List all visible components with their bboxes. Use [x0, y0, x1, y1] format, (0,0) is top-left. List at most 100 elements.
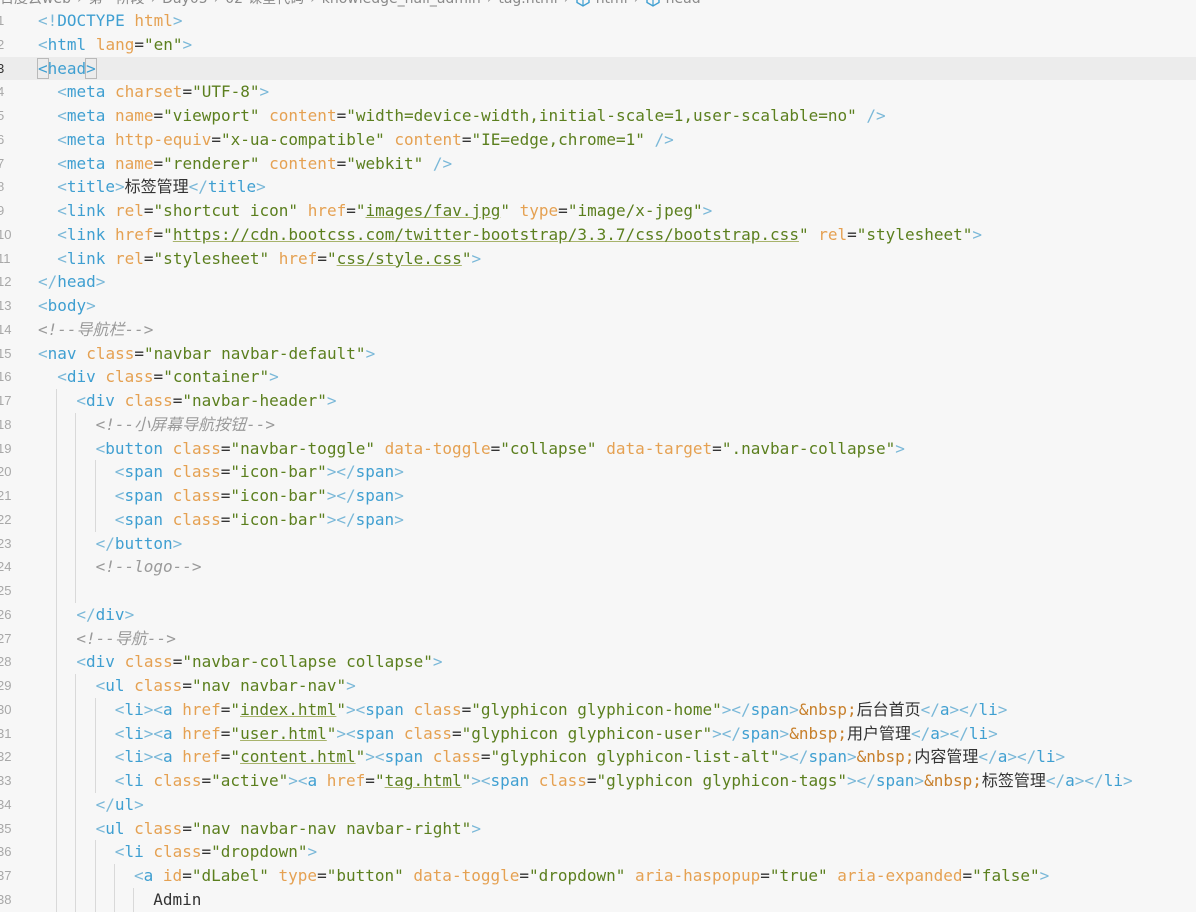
tag-name: span: [741, 723, 780, 743]
line-number: 8: [0, 179, 5, 195]
attribute-name: href: [278, 248, 318, 268]
text-content: [385, 130, 395, 149]
tag-punctuation: <: [57, 153, 67, 173]
code-line[interactable]: 7 <meta name="renderer" content="webkit" …: [0, 152, 1196, 176]
tag-punctuation: >: [124, 604, 135, 624]
line-number: 35: [0, 820, 12, 836]
tag-punctuation: <: [114, 509, 125, 529]
tag-punctuation: <: [114, 842, 125, 862]
line-number: 9: [0, 203, 5, 218]
code-line[interactable]: 32 <li><a href="content.html"><span class…: [0, 745, 1196, 769]
breadcrumb-item[interactable]: html: [596, 0, 628, 7]
code-line[interactable]: 20 <span class="icon-bar"></span>: [0, 460, 1196, 484]
indent-guide: [56, 864, 58, 888]
code-line[interactable]: 16 <div class="container">: [0, 365, 1196, 389]
code-line[interactable]: 37 <a id="dLabel" type="button" data-togg…: [0, 864, 1196, 888]
code-line[interactable]: 12 </head>: [0, 270, 1196, 294]
breadcrumb-item[interactable]: 百度云web: [0, 0, 71, 7]
attribute-name: href: [307, 201, 347, 220]
attribute-value: ": [355, 747, 366, 767]
breadcrumb-item[interactable]: knowledge_hall_admin: [322, 0, 481, 7]
attribute-name: name: [115, 153, 154, 173]
code-line[interactable]: 11<link rel="stylesheet" href="css/style…: [0, 247, 1196, 271]
code-line[interactable]: 31 <li><a href="user.html"><span class="g…: [0, 721, 1196, 746]
line-number: 22: [0, 511, 12, 527]
indent-guide: [75, 460, 77, 484]
code-line[interactable]: 15 <nav class="navbar navbar-default">: [0, 342, 1196, 366]
text-content: [597, 439, 607, 458]
breadcrumb-item[interactable]: 第一阶段: [89, 0, 145, 7]
code-line[interactable]: 36 <li class="dropdown">: [0, 840, 1196, 864]
text-content: =: [220, 486, 231, 505]
line-number: 27: [0, 630, 12, 646]
html-entity: &nbsp;: [798, 699, 857, 719]
tag-punctuation: >: [307, 842, 318, 862]
code-line[interactable]: 30 <li><a href="index.html"><span class="…: [0, 697, 1196, 722]
code-editor[interactable]: 1 <!DOCTYPE html> 2 <html lang="en"> 3 <head>…: [0, 9, 1196, 912]
tag-punctuation: <: [114, 462, 125, 482]
indent-guide: [56, 769, 58, 793]
tag-punctuation: ></: [939, 723, 969, 743]
breadcrumb-item[interactable]: 02-课堂代码: [225, 0, 304, 7]
line-number: 6: [0, 131, 5, 147]
code-line[interactable]: 21 <span class="icon-bar"></span>: [0, 484, 1196, 508]
code-line[interactable]: 35 <ul class="nav navbar-nav navbar-right…: [0, 816, 1196, 841]
code-line[interactable]: 14 <!--导航栏-->: [0, 318, 1196, 342]
html-comment: <!--导航栏-->: [38, 319, 154, 339]
line-number: 7: [0, 155, 5, 171]
code-line[interactable]: 3 <head>: [0, 56, 1196, 81]
code-line[interactable]: 27 <!--导航-->: [0, 626, 1196, 651]
attribute-value: "nav navbar-nav navbar-right": [191, 818, 472, 838]
code-line[interactable]: 29 <ul class="nav navbar-nav">: [0, 674, 1196, 698]
code-line[interactable]: 23 </button>: [0, 531, 1196, 556]
code-line[interactable]: 38 Admin: [0, 887, 1196, 912]
code-line[interactable]: 25: [0, 579, 1196, 603]
code-line[interactable]: 19 <button class = "navbar-toggle" data-tog…: [0, 436, 1196, 461]
breadcrumb-item[interactable]: head: [666, 0, 701, 7]
text-content: [125, 11, 135, 30]
tag-punctuation: >: [134, 794, 144, 814]
code-line[interactable]: 6 <meta http-equiv="x-ua-compatible" cont…: [0, 128, 1196, 152]
code-line[interactable]: 13 <body>: [0, 294, 1196, 318]
tag-name: link: [66, 224, 106, 244]
text-content: [163, 462, 173, 481]
text-content: [510, 201, 520, 220]
code-text: <li><a href="content.html"><span class="…: [115, 745, 1065, 769]
code-line[interactable]: 26 </div>: [0, 602, 1196, 627]
code-line[interactable]: 17 <div class="navbar-header">: [0, 389, 1196, 413]
code-line[interactable]: 34 </ul>: [0, 792, 1196, 817]
indent-guide: [75, 674, 77, 698]
attribute-value: "button": [326, 866, 404, 885]
code-line[interactable]: 24 <!--logo-->: [0, 555, 1196, 579]
code-line[interactable]: 2 <html lang="en">: [0, 33, 1196, 57]
text-content: [394, 724, 404, 743]
text-content: =: [134, 34, 144, 54]
code-line[interactable]: 22 <span class="icon-bar"></span>: [0, 507, 1196, 532]
code-line[interactable]: 1 <!DOCTYPE html>: [0, 9, 1196, 33]
code-line[interactable]: 9 <link rel="shortcut icon" href="images/…: [0, 199, 1196, 223]
code-line[interactable]: 5 <meta name="viewport" content="width=de…: [0, 104, 1196, 128]
breadcrumb-item[interactable]: Day05: [162, 0, 207, 7]
code-line[interactable]: 28 <div class="navbar-collapse collapse">: [0, 650, 1196, 674]
indent-guide: [56, 579, 58, 603]
code-line[interactable]: 10 <link href="https://cdn.bootcss.com/tw…: [0, 223, 1196, 247]
code-line[interactable]: 18 <!--小屏幕导航按钮-->: [0, 412, 1196, 437]
text-content: =: [461, 129, 472, 149]
tag-punctuation: ><: [346, 699, 366, 719]
breadcrumb-item[interactable]: tag.html: [498, 0, 557, 7]
tag-punctuation: />: [654, 129, 674, 149]
text-content: =: [201, 842, 212, 862]
code-text: </button>: [96, 532, 183, 556]
attribute-value: "renderer": [163, 153, 260, 173]
attribute-value: "viewport": [163, 106, 260, 125]
tag-name: span: [808, 747, 847, 767]
html-comment: <!--导航-->: [76, 628, 176, 648]
code-line[interactable]: 4 <meta charset="UTF-8">: [0, 80, 1196, 104]
tag-punctuation: <: [114, 723, 125, 743]
code-line[interactable]: 33 <li class="active"><a href="tag.html">…: [0, 769, 1196, 793]
tag-punctuation: >: [846, 747, 857, 767]
tag-name: li: [968, 723, 989, 743]
code-text: <link rel="shortcut icon" href="images/f…: [57, 199, 712, 223]
code-line[interactable]: 8 <title>标签管理</title>: [0, 175, 1196, 199]
line-number: 26: [0, 606, 12, 622]
